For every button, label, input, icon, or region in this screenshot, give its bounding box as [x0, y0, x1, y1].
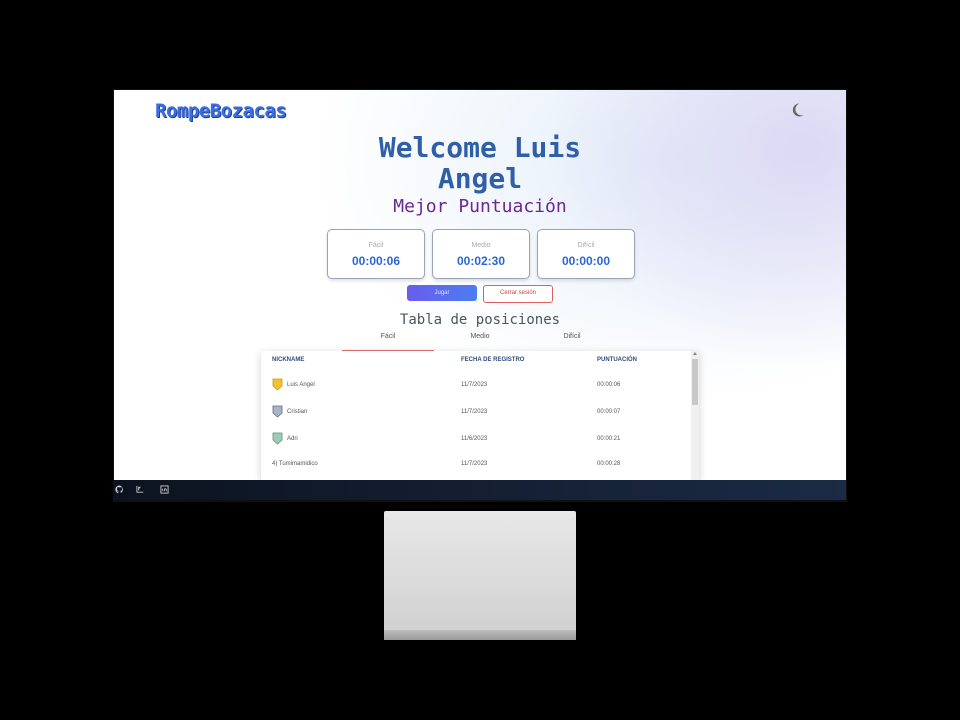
monitor-stand: [384, 511, 576, 640]
action-buttons: Jugar Cerrar sesión: [407, 285, 553, 303]
table-row: Adri 11/6/2023 00:00:21: [261, 427, 691, 453]
date-cell: 11/6/2023: [461, 436, 488, 442]
score-cell: 00:00:07: [597, 409, 621, 415]
date-cell: 11/7/2023: [461, 382, 488, 388]
score-label: Fácil: [368, 242, 384, 249]
welcome-line-1: Welcome Luis: [378, 131, 582, 164]
column-header-nickname: NICKNAME: [272, 357, 305, 363]
score-card-hard: Difícil 00:00:00: [537, 229, 635, 279]
tab-medium[interactable]: Medio: [434, 333, 526, 350]
gold-medal-icon: [272, 378, 283, 391]
app-logo[interactable]: RompeBozacas: [155, 100, 287, 122]
footer-bar: [114, 480, 846, 500]
score-value: 00:02:30: [456, 254, 506, 268]
difficulty-tabs: Fácil Medio Difícil: [342, 333, 618, 351]
tab-easy[interactable]: Fácil: [342, 333, 434, 351]
score-cell: 00:00:28: [597, 461, 621, 467]
table-row: Luis Angel 11/7/2023 00:00:06: [261, 373, 691, 399]
bronze-medal-icon: [272, 432, 283, 445]
moon-icon[interactable]: [789, 102, 805, 118]
nickname-cell: Cristian: [287, 409, 308, 415]
welcome-heading: Welcome Luis Angel: [114, 132, 846, 194]
table-row: 4) Tumimamidico 11/7/2023 00:00:28: [261, 452, 691, 478]
date-cell: 11/7/2023: [461, 409, 488, 415]
best-scores: Fácil 00:00:06 Medio 00:02:30 Difícil 00…: [327, 229, 635, 279]
nickname-cell: 4) Tumimamidico: [272, 461, 318, 467]
date-cell: 11/7/2023: [461, 461, 488, 467]
silver-medal-icon: [272, 405, 283, 418]
score-label: Medio: [471, 242, 491, 249]
score-card-easy: Fácil 00:00:06: [327, 229, 425, 279]
score-label: Difícil: [577, 242, 595, 249]
score-card-medium: Medio 00:02:30: [432, 229, 530, 279]
nickname-cell: Luis Angel: [287, 382, 315, 388]
leaderboard-table: NICKNAME FECHA DE REGISTRO PUNTUACIÓN Lu…: [261, 351, 699, 480]
scroll-thumb[interactable]: [692, 359, 698, 405]
nickname-cell: Adri: [287, 436, 298, 442]
app-screen: RompeBozacas Welcome Luis Angel Mejor Pu…: [114, 90, 846, 480]
score-cell: 00:00:21: [597, 436, 621, 442]
logout-button[interactable]: Cerrar sesión: [483, 285, 553, 303]
score-cell: 00:00:06: [597, 382, 621, 388]
tab-hard[interactable]: Difícil: [526, 333, 618, 350]
leaderboard-title: Tabla de posiciones: [399, 312, 561, 328]
score-value: 00:00:00: [561, 254, 611, 268]
score-value: 00:00:06: [351, 254, 401, 268]
linkedin-icon[interactable]: [160, 485, 169, 494]
monitor-stand-foot: [384, 630, 576, 640]
column-header-date: FECHA DE REGISTRO: [461, 357, 525, 363]
play-button[interactable]: Jugar: [407, 285, 477, 301]
table-scrollbar[interactable]: [691, 351, 699, 480]
welcome-line-2: Angel: [437, 162, 523, 195]
linkedin-alt-icon[interactable]: [136, 485, 145, 494]
column-header-score: PUNTUACIÓN: [597, 357, 637, 363]
best-score-title: Mejor Puntuación: [393, 196, 567, 217]
monitor-frame: RompeBozacas Welcome Luis Angel Mejor Pu…: [113, 89, 847, 502]
github-icon[interactable]: [115, 485, 124, 494]
table-row: Cristian 11/7/2023 00:00:07: [261, 400, 691, 426]
scroll-up-arrow-icon[interactable]: [693, 352, 697, 355]
